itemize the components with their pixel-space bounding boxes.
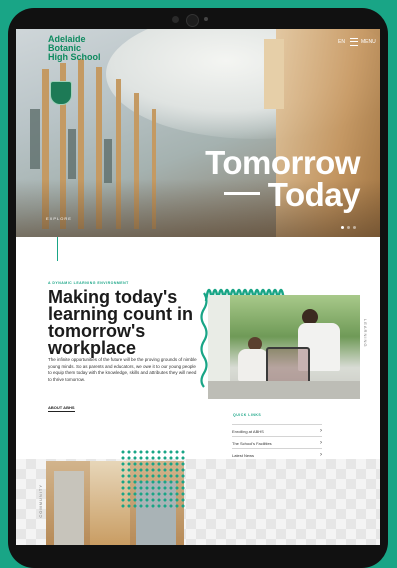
intro-heading: Making today's learning count in tomorro…	[48, 287, 194, 358]
quick-links-title: QUICK LINKS	[233, 413, 262, 417]
students-photo	[208, 295, 360, 399]
hero-title-line2: Today	[267, 176, 361, 213]
camera-icon	[186, 14, 199, 27]
chevron-right-icon: ›	[320, 452, 322, 458]
intro-eyebrow: A DYNAMIC LEARNING ENVIRONMENT	[48, 281, 129, 285]
slider-dot[interactable]	[341, 226, 344, 229]
hamburger-icon	[350, 38, 358, 46]
section-side-label: COMMUNITY	[38, 484, 43, 518]
window-glass	[68, 129, 76, 179]
website-screen: Adelaide Botanic High School EN MENU Tom…	[16, 29, 380, 545]
robot-kit	[266, 347, 310, 385]
section-side-label: LEARNING	[363, 319, 368, 348]
school-crest-icon	[50, 81, 72, 105]
quick-link-label: Latest News	[232, 452, 255, 458]
dash-decoration	[223, 191, 260, 195]
chevron-right-icon: ›	[320, 440, 322, 446]
slider-dot[interactable]	[347, 226, 350, 229]
explore-link[interactable]: EXPLORE	[46, 216, 72, 221]
hero-title-line1: Tomorrow	[205, 144, 360, 181]
building-wall	[54, 471, 84, 545]
timber-panel	[264, 39, 284, 109]
dot-pattern	[120, 449, 186, 509]
site-logo[interactable]: Adelaide Botanic High School	[48, 35, 101, 62]
language-selector[interactable]: EN	[338, 39, 345, 45]
sensor-dot	[172, 16, 179, 23]
scroll-line	[57, 237, 58, 261]
quick-link-label: Enrolling at ABHS	[232, 428, 264, 434]
menu-button[interactable]: MENU	[350, 38, 376, 46]
sensor-dot	[204, 17, 208, 21]
about-link[interactable]: ABOUT ABHS	[48, 405, 75, 412]
quick-link-label: The School's Facilities	[232, 440, 272, 446]
window-glass	[30, 109, 40, 169]
intro-body: The infinite opportunities of the future…	[48, 357, 197, 382]
workbench	[208, 381, 360, 399]
slider-dots[interactable]	[341, 226, 356, 229]
slider-dot[interactable]	[353, 226, 356, 229]
window-glass	[104, 139, 112, 183]
hero-title-line2-row: Today	[205, 176, 361, 213]
menu-label: MENU	[361, 39, 376, 45]
student-shirt	[238, 349, 268, 381]
chevron-right-icon: ›	[320, 428, 322, 434]
hero-title: Tomorrow Today	[205, 144, 361, 213]
hero-banner: Adelaide Botanic High School EN MENU Tom…	[16, 29, 380, 237]
